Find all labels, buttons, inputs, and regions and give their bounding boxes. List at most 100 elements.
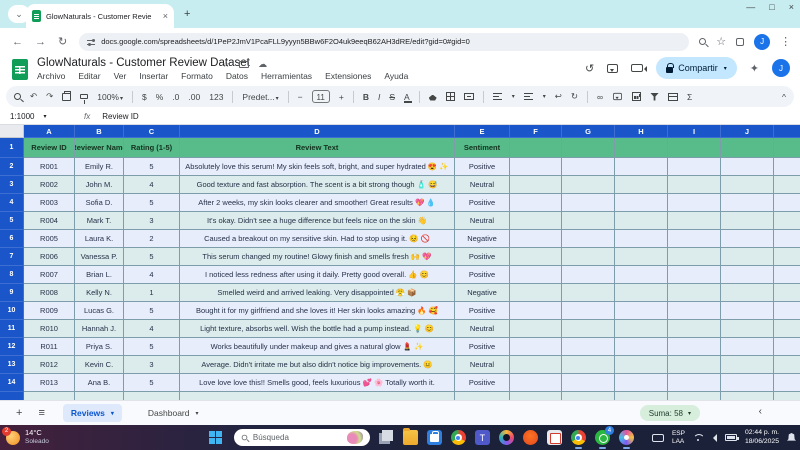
cell-empty[interactable] [721,212,774,230]
cell-empty[interactable] [615,266,668,284]
teams-icon[interactable]: T [474,430,490,445]
cell-empty[interactable] [24,392,75,400]
move-folder-icon[interactable] [239,61,250,68]
cell-empty[interactable] [721,230,774,248]
cell-empty[interactable] [774,266,800,284]
cell-empty[interactable] [510,338,562,356]
address-bar[interactable]: docs.google.com/spreadsheets/d/1PeP2JmV1… [79,32,690,51]
cell-empty[interactable] [562,320,615,338]
cell-review-text[interactable]: After 2 weeks, my skin looks clearer and… [180,194,455,212]
cell-sentiment[interactable]: Positive [455,302,510,320]
cell-review-id[interactable]: R004 [24,212,75,230]
menu-ver[interactable]: Ver [114,71,127,81]
cell-empty[interactable] [562,230,615,248]
insert-chart-icon[interactable] [632,92,642,101]
cell-empty[interactable] [615,374,668,392]
cell-empty[interactable] [615,284,668,302]
cell-rating[interactable]: 5 [124,194,180,212]
expand-side-panel-icon[interactable]: ‹ [759,406,762,417]
grid-corner[interactable] [0,125,24,138]
functions-icon[interactable]: Σ [687,92,692,102]
cell-empty[interactable] [615,158,668,176]
column-header-H[interactable]: H [615,125,668,138]
cell-rating[interactable]: 5 [124,374,180,392]
cell-empty[interactable] [668,194,721,212]
cell-rating[interactable]: 4 [124,176,180,194]
cell-empty[interactable] [774,284,800,302]
borders-icon[interactable] [445,92,455,101]
insert-link-icon[interactable]: ∞ [597,92,603,102]
header-cell[interactable]: Review ID [24,138,75,158]
share-caret-icon[interactable]: ▾ [724,65,727,72]
maximize-button[interactable]: □ [769,2,774,12]
cell-review-id[interactable]: R008 [24,284,75,302]
cell-empty[interactable] [721,158,774,176]
cell-empty[interactable] [774,194,800,212]
row-number[interactable]: 14 [0,374,24,392]
cell-empty[interactable] [562,356,615,374]
clock-widget[interactable]: 02:44 p. m. 18/06/2025 [745,429,779,446]
cell-empty[interactable] [510,212,562,230]
horizontal-align-icon[interactable] [492,92,502,101]
text-wrap-icon[interactable]: ↩ [555,91,562,102]
increase-decimal-icon[interactable]: .00 [188,92,200,102]
cell-rating[interactable]: 5 [124,158,180,176]
cell-empty[interactable] [562,212,615,230]
cell-empty[interactable] [510,284,562,302]
cell-sentiment[interactable]: Positive [455,158,510,176]
cell-review-text[interactable]: Absolutely love this serum! My skin feel… [180,158,455,176]
menu-ayuda[interactable]: Ayuda [384,71,408,81]
text-rotate-icon[interactable]: ↻ [571,91,578,102]
cell-reviewer-name[interactable]: Mark T. [75,212,124,230]
header-cell-empty[interactable] [668,138,721,158]
row-number[interactable]: 13 [0,356,24,374]
cell-empty[interactable] [774,338,800,356]
insert-comment-icon[interactable] [613,92,622,101]
text-color-icon[interactable]: A [404,92,412,103]
cell-empty[interactable] [562,176,615,194]
cell-sentiment[interactable]: Positive [455,266,510,284]
close-button[interactable]: × [789,2,794,12]
cell-sentiment[interactable]: Neutral [455,356,510,374]
cell-sentiment[interactable]: Positive [455,248,510,266]
cell-empty[interactable] [510,320,562,338]
cell-review-id[interactable]: R013 [24,374,75,392]
cell-rating[interactable]: 1 [124,284,180,302]
menu-datos[interactable]: Datos [226,71,248,81]
search-icon[interactable] [14,93,21,100]
header-cell-empty[interactable] [721,138,774,158]
italic-icon[interactable]: I [378,92,380,102]
chrome-active-icon[interactable] [570,430,586,449]
row-number[interactable]: 12 [0,338,24,356]
merge-cells-icon[interactable] [463,93,474,100]
cell-empty[interactable] [668,356,721,374]
cell-empty[interactable] [774,356,800,374]
cell-empty[interactable] [668,320,721,338]
cell-empty[interactable] [562,302,615,320]
row-number[interactable]: 9 [0,284,24,302]
column-header-D[interactable]: D [180,125,455,138]
cell-rating[interactable]: 4 [124,320,180,338]
cell-review-text[interactable]: It's okay. Didn't see a huge difference … [180,212,455,230]
cell-review-text[interactable]: Works beautifully under makeup and gives… [180,338,455,356]
h-align-caret-icon[interactable]: ▾ [512,93,515,100]
cell-empty[interactable] [721,248,774,266]
cell-empty[interactable] [668,266,721,284]
vertical-align-icon[interactable] [523,92,533,101]
site-info-icon[interactable] [87,38,96,46]
cell-review-text[interactable]: Bought it for my girlfriend and she love… [180,302,455,320]
cell-empty[interactable] [510,230,562,248]
row-number[interactable]: 7 [0,248,24,266]
zoom-select[interactable]: 100%▾ [97,92,123,102]
cell-empty[interactable] [75,392,124,400]
row-number[interactable]: 10 [0,302,24,320]
cell-review-id[interactable]: R009 [24,302,75,320]
column-header-F[interactable]: F [510,125,562,138]
cell-empty[interactable] [668,302,721,320]
row-number[interactable]: 11 [0,320,24,338]
reload-icon[interactable]: ↻ [58,35,67,48]
tab-close-icon[interactable]: × [163,11,168,21]
cell-empty[interactable] [562,266,615,284]
cell-empty[interactable] [510,176,562,194]
name-box-caret-icon[interactable]: ▾ [43,113,46,120]
